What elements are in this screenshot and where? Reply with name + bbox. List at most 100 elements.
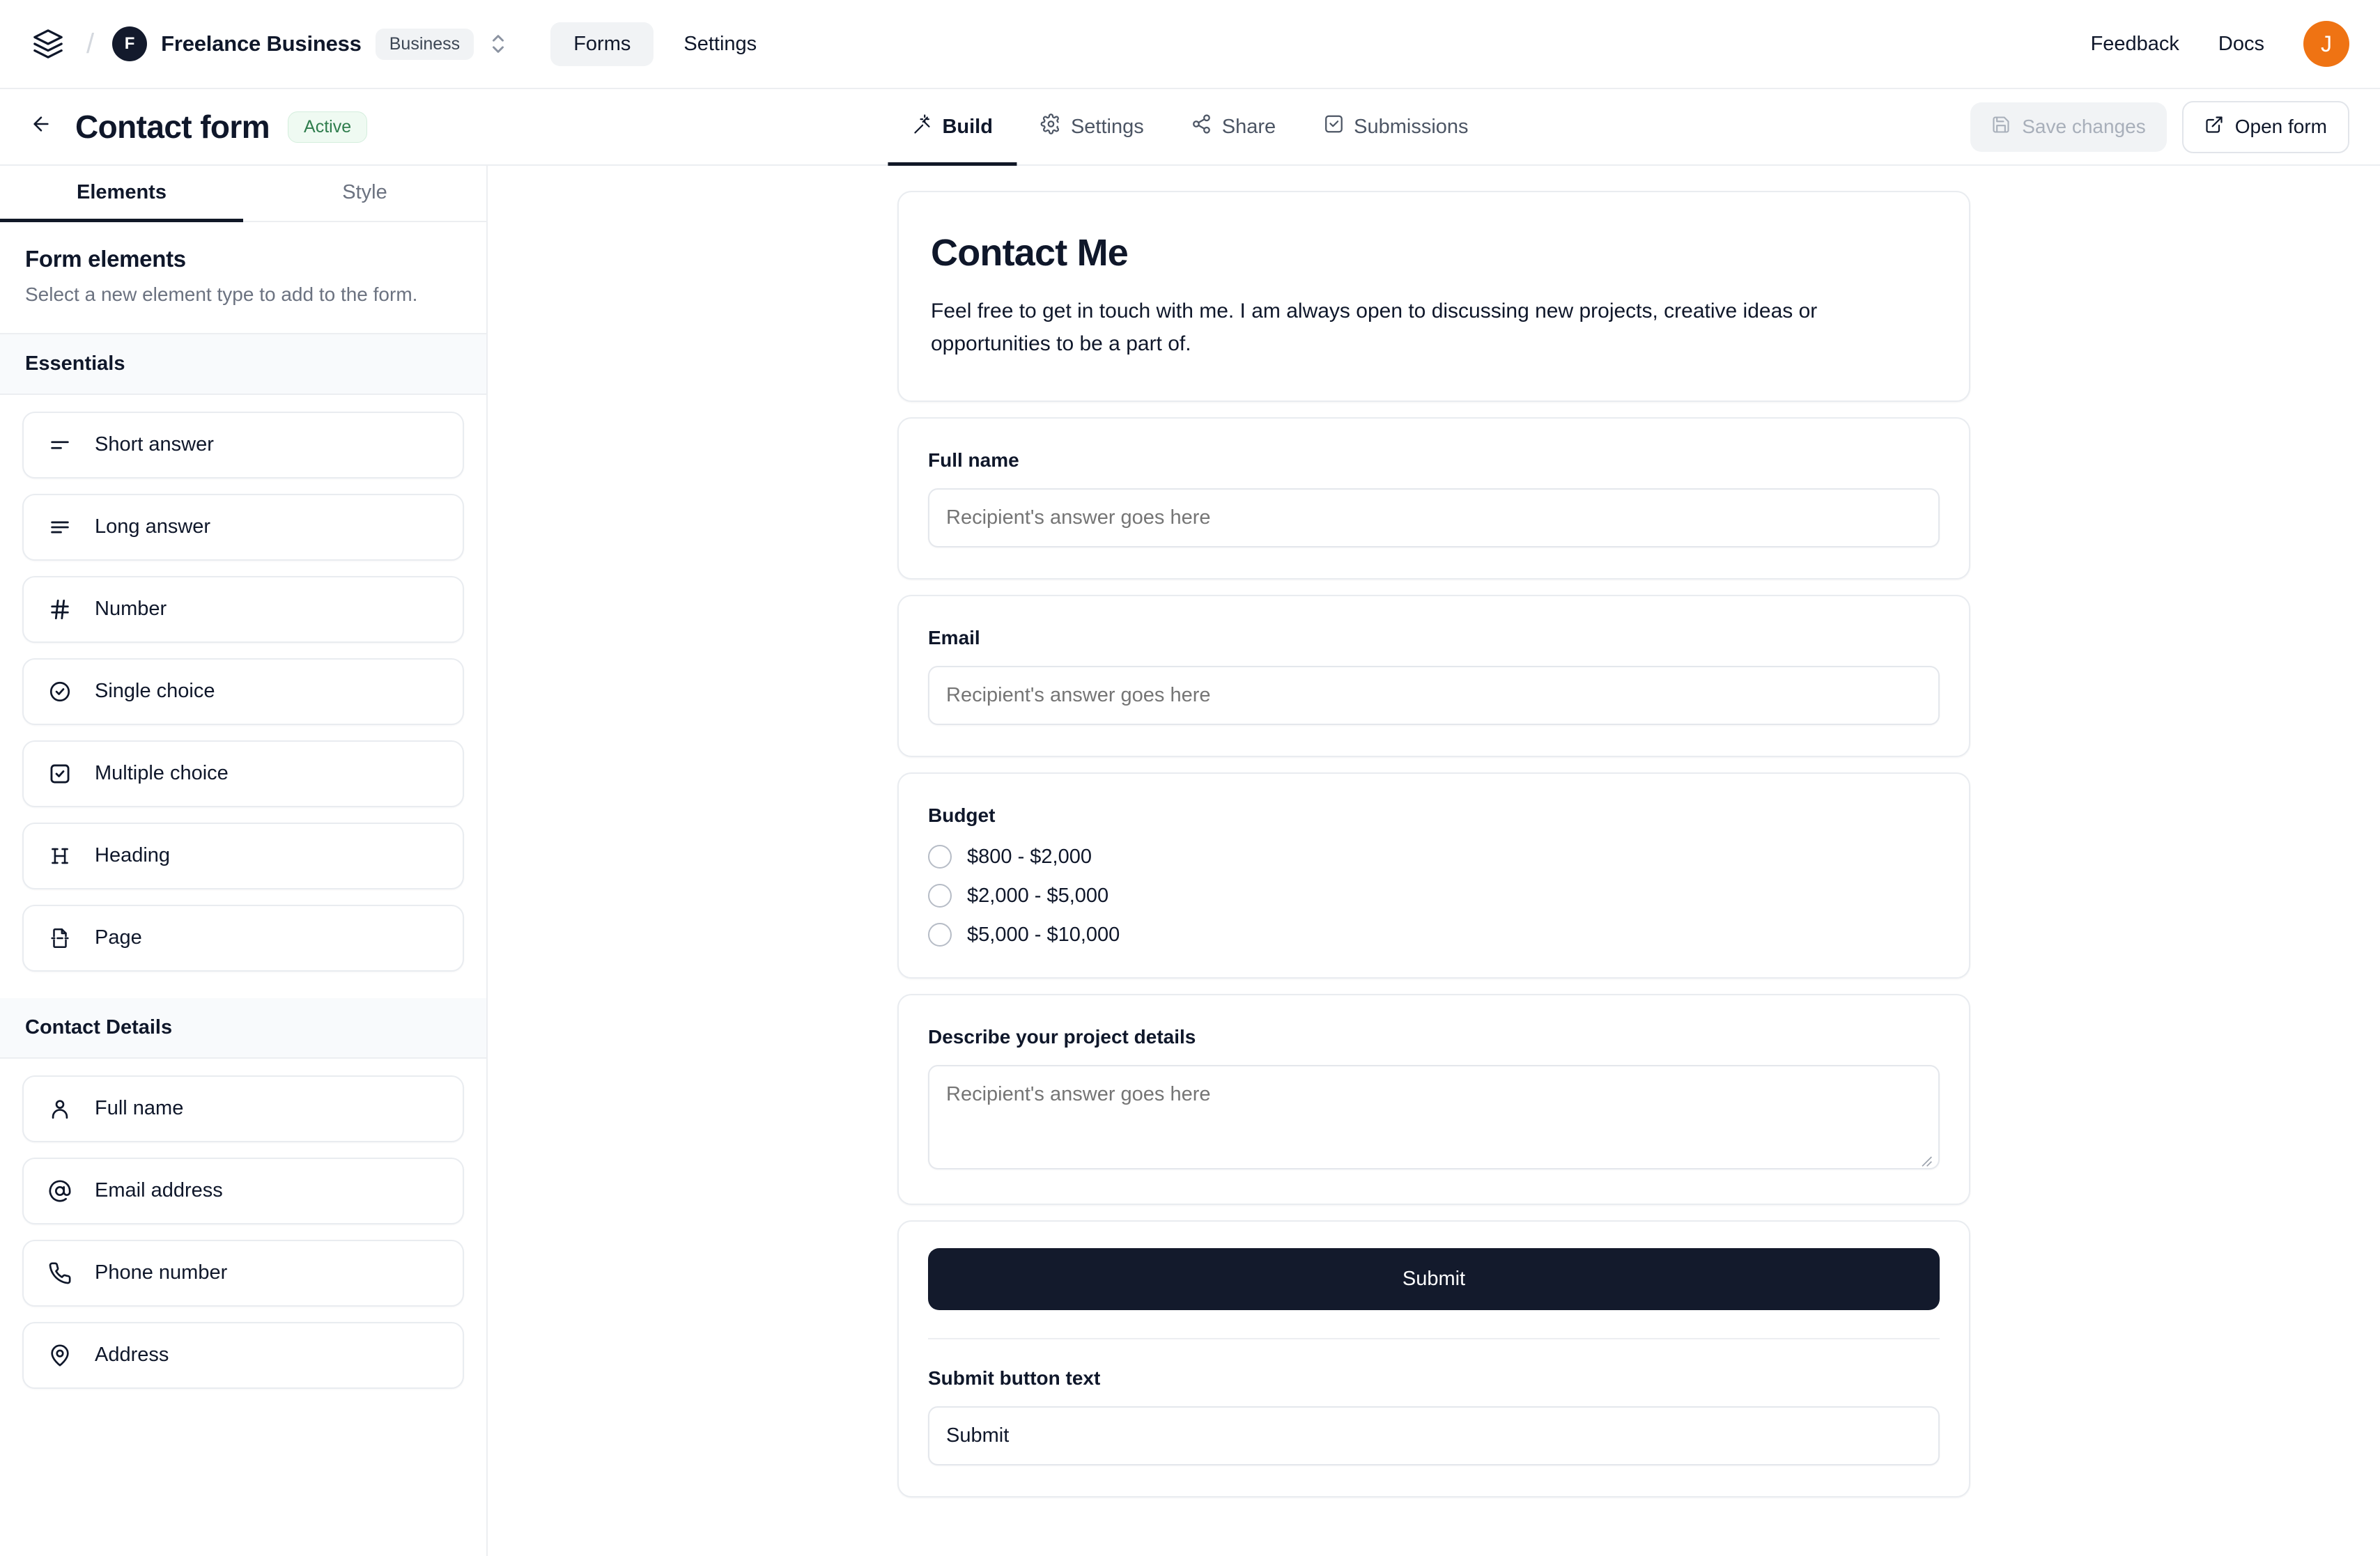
radio-option-label: $2,000 - $5,000	[967, 884, 1109, 907]
submit-button-text-label: Submit button text	[928, 1367, 1101, 1389]
save-changes-button[interactable]: Save changes	[1970, 102, 2167, 152]
element-page-label: Page	[95, 926, 142, 949]
map-pin-icon	[45, 1340, 75, 1371]
group-items-essentials: Short answer Long answer Number Single c…	[0, 395, 486, 979]
open-form-label: Open form	[2234, 116, 2327, 137]
element-email-address[interactable]: Email address	[22, 1157, 464, 1224]
external-link-icon	[2204, 115, 2224, 139]
field-label-budget: Budget	[928, 804, 996, 826]
input-full-name[interactable]	[928, 488, 1940, 547]
radio-group-budget: $800 - $2,000 $2,000 - $5,000 $5,000 - $…	[928, 845, 1940, 947]
page-break-icon	[45, 923, 75, 954]
checkbox-check-icon	[45, 758, 75, 789]
tab-submissions[interactable]: Submissions	[1299, 89, 1492, 164]
main-layout: Elements Style Form elements Select a ne…	[0, 166, 2380, 1556]
submit-button-text-input[interactable]	[928, 1406, 1940, 1465]
group-header-essentials: Essentials	[0, 334, 486, 395]
form-header-block[interactable]: Contact Me Feel free to get in touch wit…	[897, 191, 1970, 402]
at-sign-icon	[45, 1176, 75, 1206]
tab-settings[interactable]: Settings	[1017, 89, 1168, 164]
element-multiple-choice[interactable]: Multiple choice	[22, 740, 464, 807]
feedback-link[interactable]: Feedback	[2091, 33, 2179, 56]
hash-icon	[45, 594, 75, 625]
form-header-actions: Save changes Open form	[1970, 100, 2349, 153]
tab-settings-label: Settings	[1070, 115, 1144, 138]
status-badge: Active	[288, 111, 368, 143]
element-long-answer[interactable]: Long answer	[22, 493, 464, 561]
element-single-choice-label: Single choice	[95, 680, 215, 703]
input-email[interactable]	[928, 666, 1940, 725]
page-title: Contact form	[75, 109, 270, 145]
form-field-project-details[interactable]: Describe your project details	[897, 994, 1970, 1205]
form-canvas: Contact Me Feel free to get in touch wit…	[488, 166, 2380, 1556]
element-email-address-label: Email address	[95, 1179, 223, 1202]
phone-icon	[45, 1258, 75, 1289]
user-avatar[interactable]: J	[2303, 21, 2349, 67]
nav-settings[interactable]: Settings	[660, 22, 780, 66]
tab-share-label: Share	[1221, 115, 1276, 138]
breadcrumb-separator: /	[86, 28, 95, 59]
sidebar-tab-style[interactable]: Style	[243, 166, 486, 221]
radio-option[interactable]: $5,000 - $10,000	[928, 923, 1940, 947]
nav-forms[interactable]: Forms	[550, 22, 654, 66]
submit-button[interactable]: Submit	[928, 1248, 1940, 1310]
element-page[interactable]: Page	[22, 904, 464, 972]
form-stack: Contact Me Feel free to get in touch wit…	[897, 166, 1970, 1556]
chevron-up-down-icon[interactable]	[489, 30, 507, 58]
top-bar-right: Feedback Docs J	[2091, 21, 2349, 67]
element-short-answer[interactable]: Short answer	[22, 411, 464, 479]
form-field-email[interactable]: Email	[897, 595, 1970, 757]
tab-build-label: Build	[942, 115, 993, 138]
tab-submissions-label: Submissions	[1354, 115, 1469, 138]
element-single-choice[interactable]: Single choice	[22, 658, 464, 725]
panel-title: Form elements	[25, 246, 186, 272]
arrow-left-icon[interactable]	[28, 112, 60, 142]
radio-circle-icon	[928, 884, 952, 908]
group-header-contact-details: Contact Details	[0, 997, 486, 1059]
long-answer-icon	[45, 512, 75, 543]
field-label-project-details: Describe your project details	[928, 1026, 1196, 1048]
elements-sidebar: Elements Style Form elements Select a ne…	[0, 166, 488, 1556]
field-label-email: Email	[928, 627, 980, 648]
sidebar-tabs: Elements Style	[0, 166, 486, 222]
sidebar-tab-elements[interactable]: Elements	[0, 166, 243, 222]
element-long-answer-label: Long answer	[95, 515, 211, 538]
inbox-check-icon	[1323, 114, 1344, 140]
element-address[interactable]: Address	[22, 1321, 464, 1389]
heading-h-icon	[45, 841, 75, 871]
element-number-label: Number	[95, 598, 167, 621]
radio-option-label: $5,000 - $10,000	[967, 923, 1120, 946]
tab-share[interactable]: Share	[1168, 89, 1299, 164]
element-full-name[interactable]: Full name	[22, 1075, 464, 1142]
tab-build[interactable]: Build	[888, 89, 1017, 166]
wand-icon	[911, 114, 932, 140]
radio-option[interactable]: $2,000 - $5,000	[928, 884, 1940, 908]
save-changes-label: Save changes	[2022, 116, 2146, 137]
form-field-budget[interactable]: Budget $800 - $2,000 $2,000 - $5,000 $5,…	[897, 772, 1970, 979]
org-avatar[interactable]: F	[112, 26, 148, 61]
radio-option-label: $800 - $2,000	[967, 845, 1092, 868]
layers-icon[interactable]	[28, 24, 68, 64]
open-form-button[interactable]: Open form	[2181, 100, 2349, 153]
panel-intro: Form elements Select a new element type …	[0, 222, 486, 334]
element-phone-number[interactable]: Phone number	[22, 1239, 464, 1307]
form-header-bar: Contact form Active Build Settings Share…	[0, 89, 2380, 166]
radio-circle-icon	[928, 923, 952, 947]
element-heading-label: Heading	[95, 844, 171, 867]
divider	[928, 1338, 1940, 1339]
form-heading: Contact Me	[931, 232, 1129, 274]
textarea-wrapper	[928, 1048, 1940, 1173]
element-phone-number-label: Phone number	[95, 1261, 228, 1284]
textarea-project-details[interactable]	[928, 1065, 1940, 1169]
group-items-contact-details: Full name Email address Phone number Add…	[0, 1059, 486, 1396]
element-multiple-choice-label: Multiple choice	[95, 762, 229, 785]
element-number[interactable]: Number	[22, 575, 464, 643]
radio-option[interactable]: $800 - $2,000	[928, 845, 1940, 869]
user-icon	[45, 1094, 75, 1124]
element-heading[interactable]: Heading	[22, 822, 464, 889]
docs-link[interactable]: Docs	[2218, 33, 2264, 56]
form-field-full-name[interactable]: Full name	[897, 417, 1970, 579]
radio-check-circle-icon	[45, 676, 75, 707]
share-icon	[1191, 114, 1212, 140]
form-submit-block[interactable]: Submit Submit button text	[897, 1220, 1970, 1497]
